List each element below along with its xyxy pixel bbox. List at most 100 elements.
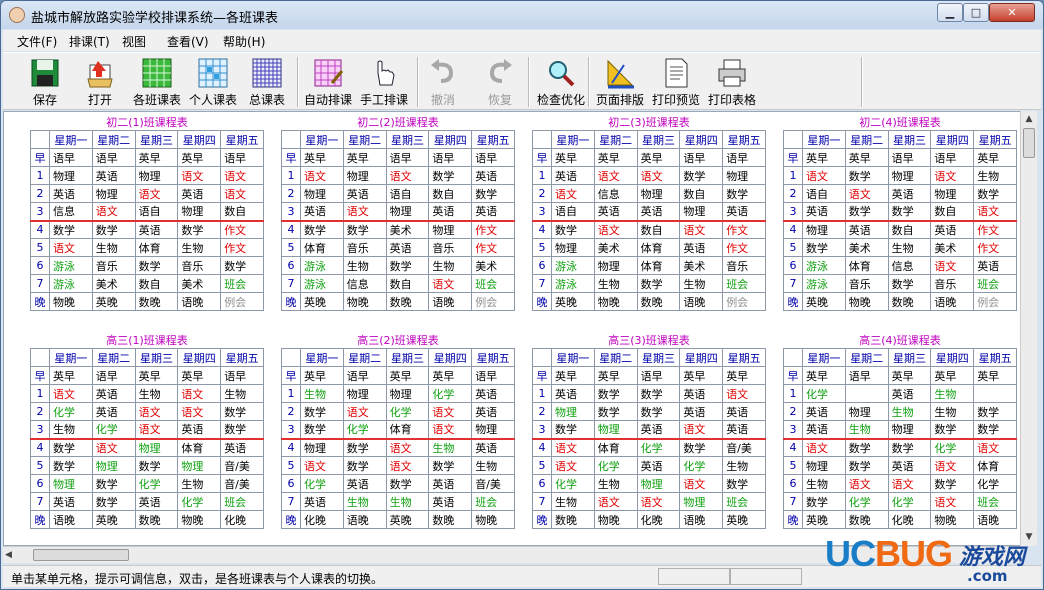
- lesson-cell[interactable]: 游泳: [802, 274, 846, 293]
- lesson-cell[interactable]: 英早: [342, 148, 387, 167]
- lesson-cell[interactable]: 英语: [802, 402, 846, 421]
- lesson-cell[interactable]: 英语: [722, 420, 766, 439]
- lesson-cell[interactable]: 语晚: [679, 292, 724, 311]
- lesson-cell[interactable]: 数学: [49, 437, 93, 457]
- lesson-cell[interactable]: 数学: [930, 420, 975, 439]
- lesson-cell[interactable]: 语晚: [342, 510, 387, 529]
- lesson-cell[interactable]: 音乐: [177, 256, 222, 275]
- lesson-cell[interactable]: 数学: [722, 474, 766, 493]
- lesson-cell[interactable]: 英语: [471, 202, 515, 221]
- lesson-cell[interactable]: 生物: [385, 492, 430, 511]
- lesson-cell[interactable]: 语早: [887, 148, 932, 167]
- lesson-cell[interactable]: [844, 384, 889, 403]
- lesson-cell[interactable]: 英早: [49, 366, 93, 385]
- lesson-cell[interactable]: 物理: [428, 219, 473, 239]
- lesson-cell[interactable]: 生物: [593, 474, 638, 493]
- lesson-cell[interactable]: 班会: [973, 492, 1017, 511]
- lesson-cell[interactable]: 英语: [636, 420, 681, 439]
- lesson-cell[interactable]: 英早: [802, 148, 846, 167]
- lesson-cell[interactable]: 物理: [49, 166, 93, 185]
- lesson-cell[interactable]: 例会: [220, 292, 264, 311]
- lesson-cell[interactable]: 生物: [679, 274, 724, 293]
- lesson-cell[interactable]: 生物: [342, 492, 387, 511]
- lesson-cell[interactable]: 音乐: [428, 238, 473, 257]
- lesson-cell[interactable]: 语文: [973, 202, 1017, 221]
- lesson-cell[interactable]: 生物: [722, 456, 766, 475]
- lesson-cell[interactable]: 数学: [342, 456, 387, 475]
- lesson-cell[interactable]: 美术: [471, 256, 515, 275]
- lesson-cell[interactable]: 美术: [385, 219, 430, 239]
- lesson-cell[interactable]: 数晚: [134, 510, 179, 529]
- menu-help[interactable]: 帮助(H): [223, 33, 265, 50]
- lesson-cell[interactable]: 数学: [802, 492, 846, 511]
- lesson-cell[interactable]: 数学: [679, 437, 724, 457]
- lesson-cell[interactable]: 语文: [593, 492, 638, 511]
- lesson-cell[interactable]: 信息: [342, 274, 387, 293]
- lesson-cell[interactable]: 数晚: [844, 510, 889, 529]
- lesson-cell[interactable]: 英语: [722, 402, 766, 421]
- lesson-cell[interactable]: 语文: [134, 420, 179, 439]
- lesson-cell[interactable]: 数学: [722, 184, 766, 203]
- lesson-cell[interactable]: 数学: [636, 402, 681, 421]
- lesson-cell[interactable]: 语文: [636, 166, 681, 185]
- lesson-cell[interactable]: 语文: [220, 166, 264, 185]
- lesson-cell[interactable]: 音乐: [342, 238, 387, 257]
- lesson-cell[interactable]: 物理: [930, 184, 975, 203]
- lesson-cell[interactable]: 语文: [679, 474, 724, 493]
- maximize-button[interactable]: □: [963, 3, 989, 22]
- lesson-cell[interactable]: 数学: [91, 492, 136, 511]
- lesson-cell[interactable]: 语文: [91, 437, 136, 457]
- lesson-cell[interactable]: 物理: [679, 202, 724, 221]
- lesson-cell[interactable]: 英语: [49, 492, 93, 511]
- lesson-cell[interactable]: 作文: [220, 238, 264, 257]
- lesson-cell[interactable]: 例会: [973, 292, 1017, 311]
- lesson-cell[interactable]: 生物: [844, 420, 889, 439]
- lesson-cell[interactable]: 语文: [428, 274, 473, 293]
- lesson-cell[interactable]: 数学: [593, 402, 638, 421]
- lesson-cell[interactable]: 语文: [428, 420, 473, 439]
- lesson-cell[interactable]: 语文: [91, 202, 136, 221]
- lesson-cell[interactable]: 语文: [930, 256, 975, 275]
- lesson-cell[interactable]: 语文: [551, 184, 595, 203]
- lesson-cell[interactable]: 英晚: [91, 510, 136, 529]
- lesson-cell[interactable]: 英语: [930, 219, 975, 239]
- lesson-cell[interactable]: 体育: [636, 238, 681, 257]
- lesson-cell[interactable]: 数自: [428, 184, 473, 203]
- lesson-cell[interactable]: 数学: [49, 219, 93, 239]
- lesson-cell[interactable]: 英语: [428, 492, 473, 511]
- lesson-cell[interactable]: 语文: [177, 402, 222, 421]
- lesson-cell[interactable]: 数学: [91, 474, 136, 493]
- lesson-cell[interactable]: 英语: [471, 384, 515, 403]
- lesson-cell[interactable]: 语文: [844, 184, 889, 203]
- lesson-cell[interactable]: 英语: [91, 384, 136, 403]
- lesson-cell[interactable]: 数学: [844, 202, 889, 221]
- lesson-cell[interactable]: 物理: [887, 420, 932, 439]
- lesson-cell[interactable]: 英早: [593, 148, 638, 167]
- lesson-cell[interactable]: 英语: [471, 402, 515, 421]
- lesson-cell[interactable]: 语晚: [973, 510, 1017, 529]
- lesson-cell[interactable]: 班会: [471, 492, 515, 511]
- print-table-button[interactable]: 打印表格: [703, 55, 761, 109]
- lesson-cell[interactable]: 数晚: [887, 292, 932, 311]
- lesson-cell[interactable]: 英早: [551, 148, 595, 167]
- lesson-cell[interactable]: 语早: [91, 366, 136, 385]
- lesson-cell[interactable]: 游泳: [49, 256, 93, 275]
- lesson-cell[interactable]: 班会: [973, 274, 1017, 293]
- lesson-cell[interactable]: 语文: [679, 219, 724, 239]
- lesson-cell[interactable]: 生物: [551, 492, 595, 511]
- undo-button[interactable]: 撤消: [415, 55, 471, 109]
- lesson-cell[interactable]: 语文: [887, 474, 932, 493]
- lesson-cell[interactable]: 语晚: [177, 292, 222, 311]
- lesson-cell[interactable]: 化学: [177, 492, 222, 511]
- lesson-cell[interactable]: [973, 384, 1017, 403]
- lesson-cell[interactable]: 数学: [300, 420, 344, 439]
- lesson-cell[interactable]: 英早: [973, 366, 1017, 385]
- lesson-cell[interactable]: 游泳: [802, 256, 846, 275]
- lesson-cell[interactable]: 信息: [887, 256, 932, 275]
- lesson-cell[interactable]: 作文: [722, 238, 766, 257]
- lesson-cell[interactable]: 语自: [802, 184, 846, 203]
- lesson-cell[interactable]: 数学: [342, 219, 387, 239]
- class-schedule-button[interactable]: 各班课表: [128, 55, 186, 109]
- lesson-cell[interactable]: 物晚: [342, 292, 387, 311]
- lesson-cell[interactable]: 英语: [551, 384, 595, 403]
